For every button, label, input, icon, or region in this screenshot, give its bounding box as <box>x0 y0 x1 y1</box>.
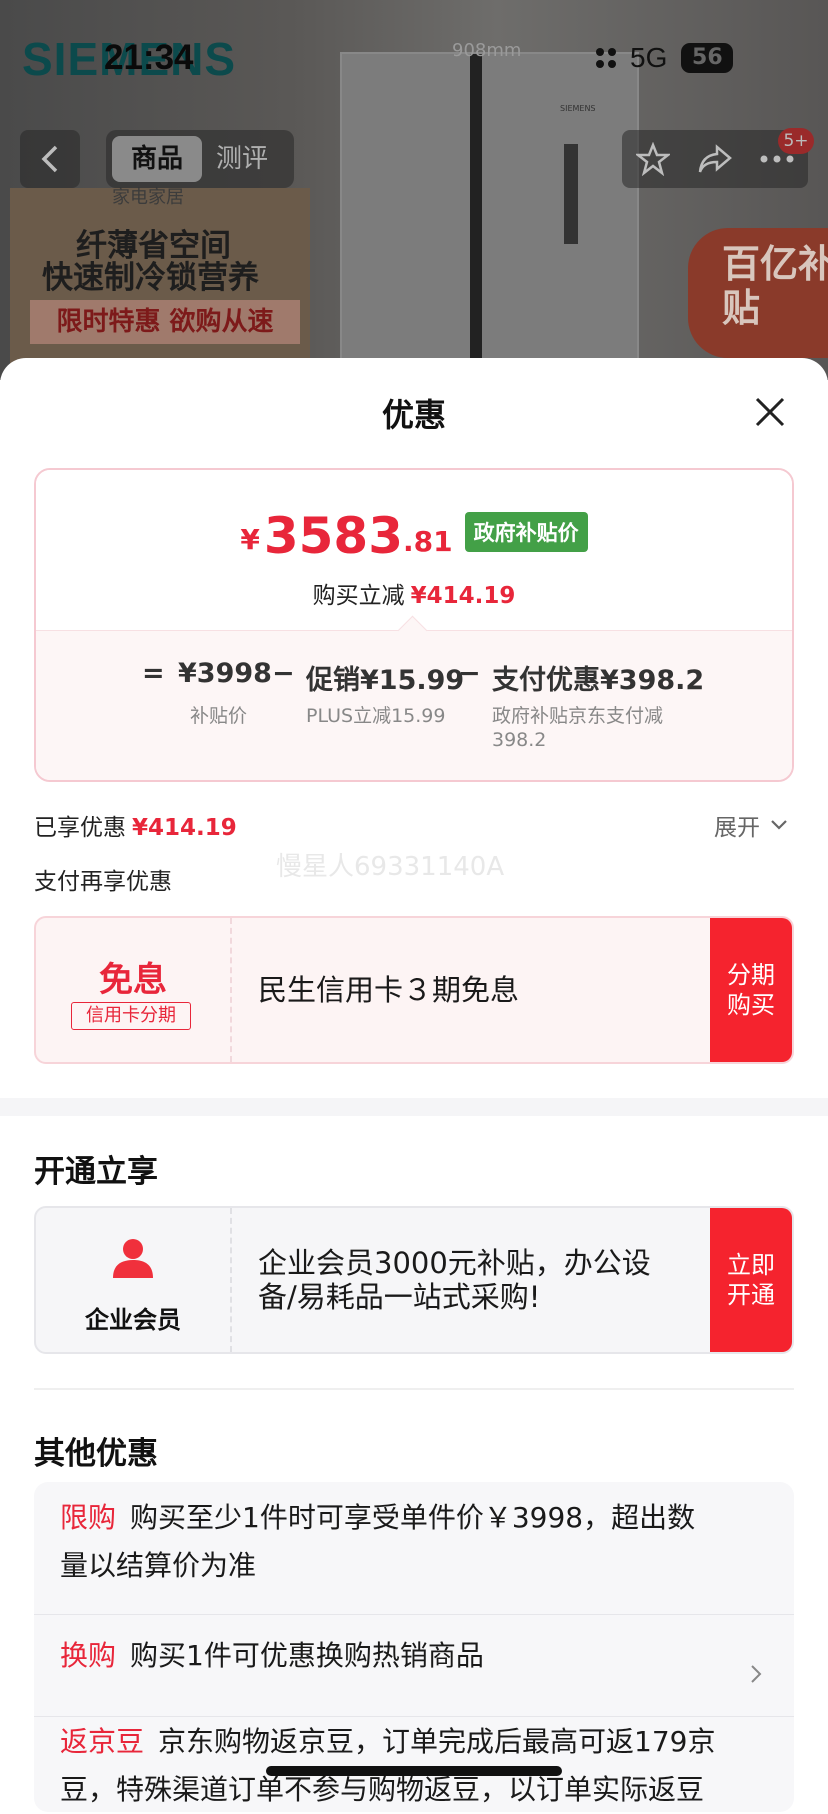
formula-equals: = <box>142 658 165 689</box>
offer-purchase-limit: 限购 购买至少1件时可享受单件价￥3998，超出数 量以结算价为准 <box>60 1494 760 1590</box>
other-offers-list: 限购 购买至少1件时可享受单件价￥3998，超出数 量以结算价为准 换购 购买1件可… <box>34 1482 794 1812</box>
more-icon[interactable] <box>760 155 794 163</box>
offer-text-2: 豆，特殊渠道订单不参与购物返豆，以订单实际返豆 <box>60 1773 705 1806</box>
member-label: 企业会员 <box>85 1306 181 1334</box>
enjoyed-discount: 已享优惠 ¥414.19 <box>34 808 237 842</box>
enjoyed-label: 已享优惠 <box>34 815 126 841</box>
offer-text-1: 购买1件可优惠换购热销商品 <box>130 1639 484 1672</box>
offer-text-1: 购买至少1件时可享受单件价￥3998，超出数 <box>130 1501 696 1534</box>
product-image: SIEMENS <box>340 52 639 380</box>
promo-banner: 限时特惠 欲购从速 <box>30 300 300 344</box>
formula-minus-1: − <box>272 658 295 689</box>
offer-divider <box>34 1614 794 1615</box>
formula-pay-label-1: 政府补贴京东支付减 <box>492 705 664 727</box>
open-member-button[interactable]: 立即 开通 <box>710 1208 792 1352</box>
member-desc-line-1: 企业会员3000元补贴，办公设 <box>258 1246 651 1280</box>
price-integer: 3583 <box>263 507 404 565</box>
coupon-left-section: 免息 信用卡分期 <box>36 918 232 1062</box>
share-icon[interactable] <box>697 144 733 174</box>
price-currency: ¥ <box>240 523 260 556</box>
offer-text-2: 量以结算价为准 <box>60 1549 257 1582</box>
status-indicators: 5G 56 <box>596 42 734 74</box>
offer-key: 返京豆 <box>60 1725 145 1758</box>
member-desc-line-2: 备/易耗品一站式采购! <box>258 1280 541 1314</box>
reduction-label: 购买立减 <box>312 583 405 609</box>
section-divider <box>34 1388 794 1390</box>
enjoyed-amount: ¥414.19 <box>132 815 237 841</box>
price-card: ¥ 3583 .81 政府补贴价 购买立减 ¥414.19 = ¥3998 补贴价… <box>34 468 794 782</box>
chevron-left-icon <box>41 145 58 173</box>
chevron-right-icon[interactable] <box>750 1664 762 1684</box>
offer-divider <box>34 1716 794 1717</box>
chevron-down-icon <box>771 820 787 830</box>
expand-label: 展开 <box>714 815 760 841</box>
message-badge: 5+ <box>778 128 814 154</box>
installment-buy-button[interactable]: 分期 购买 <box>710 918 792 1062</box>
installment-btn-line-2: 购买 <box>727 991 775 1019</box>
member-btn-line-2: 开通 <box>727 1281 775 1309</box>
credit-card-tag: 信用卡分期 <box>71 1002 191 1030</box>
signal-icon <box>596 48 616 68</box>
offer-exchange[interactable]: 换购 购买1件可优惠换购热销商品 <box>60 1632 720 1680</box>
fridge-control-panel <box>564 144 578 244</box>
product-review-tabs: 商品 测评 <box>106 130 294 188</box>
other-section-title: 其他优惠 <box>34 1436 158 1472</box>
installment-offer-card: 免息 信用卡分期 民生信用卡３期免息 分期 购买 <box>34 916 794 1064</box>
offer-key: 换购 <box>60 1639 117 1672</box>
close-icon[interactable] <box>752 394 788 430</box>
installment-btn-line-1: 分期 <box>727 961 775 989</box>
installment-desc: 民生信用卡３期免息 <box>258 973 520 1007</box>
person-icon <box>113 1239 153 1278</box>
promo-line-2: 快速制冷锁营养 <box>42 260 259 296</box>
pay-more-label: 支付再享优惠 <box>34 869 172 895</box>
fridge-brand-label: SIEMENS <box>560 104 596 113</box>
formula-base-price: ¥3998 <box>178 658 272 689</box>
status-time: 21:34 <box>104 38 194 77</box>
discount-sheet: 优惠 ¥ 3583 .81 政府补贴价 购买立减 ¥414.19 = ¥3998 … <box>0 358 828 1812</box>
fridge-door-divider <box>470 54 482 380</box>
offer-text-1: 京东购物返京豆，订单完成后最高可返179京 <box>158 1725 716 1758</box>
watermark: 慢星人69331140A <box>276 852 505 882</box>
offer-key: 限购 <box>60 1501 117 1534</box>
expand-button[interactable]: 展开 <box>714 808 788 842</box>
product-page-background: SIEMENS SIEMENS 908mm 家电家居 纤薄省空间 快速制冷锁营养… <box>0 0 828 380</box>
network-label: 5G <box>630 42 668 73</box>
formula-pay-discount: 支付优惠¥398.2 <box>492 665 705 696</box>
interest-free-label: 免息 <box>99 960 167 1000</box>
instant-reduction: 购买立减 ¥414.19 <box>36 576 792 610</box>
open-section-title: 开通立享 <box>34 1154 158 1190</box>
sheet-title: 优惠 <box>381 396 446 434</box>
formula-promo: 促销¥15.99 <box>306 665 465 696</box>
tab-product[interactable]: 商品 <box>112 136 202 182</box>
star-icon[interactable] <box>635 142 670 176</box>
home-indicator[interactable] <box>266 1766 562 1776</box>
price-decimal: .81 <box>403 525 453 558</box>
tab-review[interactable]: 测评 <box>216 136 268 182</box>
subsidy-badge: 百亿补贴 <box>688 228 828 358</box>
member-btn-line-1: 立即 <box>727 1251 775 1279</box>
enterprise-member-card: 企业会员 企业会员3000元补贴，办公设 备/易耗品一站式采购! 立即 开通 <box>34 1206 794 1354</box>
final-price: ¥ 3583 .81 政府补贴价 <box>36 510 792 562</box>
gov-subsidy-tag: 政府补贴价 <box>464 512 588 552</box>
formula-base-label: 补贴价 <box>190 705 248 727</box>
member-desc: 企业会员3000元补贴，办公设 备/易耗品一站式采购! <box>258 1208 698 1352</box>
section-separator <box>0 1098 828 1116</box>
coupon-left-section: 企业会员 <box>36 1208 232 1352</box>
formula-pay-label-2: 398.2 <box>492 729 547 751</box>
back-button[interactable] <box>20 130 80 188</box>
battery-icon: 56 <box>681 43 734 73</box>
dimension-label: 908mm <box>452 40 522 61</box>
formula-promo-label: PLUS立减15.99 <box>306 705 446 727</box>
reduction-amount: ¥414.19 <box>410 583 516 609</box>
formula-minus-2: − <box>458 658 481 689</box>
